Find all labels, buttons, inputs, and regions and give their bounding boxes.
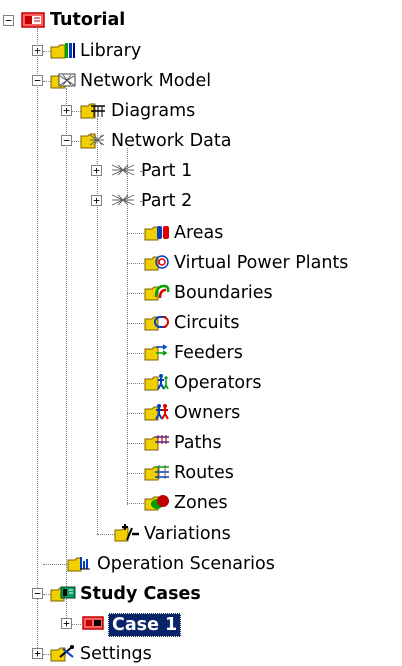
- tree-item-label: Network Data: [111, 131, 232, 151]
- expand-toggle-case-1[interactable]: +: [61, 618, 72, 629]
- diagrams-icon: [80, 103, 105, 119]
- study-cases-icon: [50, 586, 76, 602]
- tree-line: [66, 88, 67, 596]
- settings-icon: [50, 645, 74, 662]
- collapse-toggle-network-data[interactable]: −: [61, 135, 72, 146]
- tree-item-label: Part 1: [141, 161, 193, 181]
- tree-item-label: Feeders: [174, 343, 243, 363]
- zones-icon: [144, 495, 169, 511]
- expand-toggle-part-2[interactable]: +: [91, 195, 102, 206]
- tree-item-label-selected: Case 1: [108, 613, 182, 637]
- tree-item-label: Boundaries: [174, 283, 273, 303]
- tree-item-label: Diagrams: [111, 101, 196, 121]
- tree-line: [127, 293, 144, 294]
- tree-item-label: Circuits: [174, 313, 240, 333]
- grid-icon: [111, 194, 135, 206]
- feeders-icon: [144, 344, 168, 361]
- collapse-toggle-study-cases[interactable]: −: [32, 588, 43, 599]
- project-tree: − + − + − + + − + + Tutorial Library Net…: [0, 0, 402, 666]
- tree-item-label: Routes: [174, 463, 234, 483]
- tree-item-label: Operators: [174, 373, 262, 393]
- operators-icon: [144, 374, 169, 391]
- tree-line: [127, 503, 144, 504]
- variations-icon: [114, 524, 139, 542]
- paths-icon: [144, 435, 169, 451]
- expand-toggle-settings[interactable]: +: [32, 648, 43, 659]
- routes-icon: [144, 465, 169, 481]
- tree-item-label: Settings: [80, 644, 152, 664]
- tree-item-label: Areas: [174, 223, 224, 243]
- tree-line: [97, 534, 115, 535]
- tree-item-label: Part 2: [141, 191, 193, 211]
- collapse-toggle-tutorial[interactable]: −: [3, 15, 14, 26]
- tree-item-label: Owners: [174, 403, 241, 423]
- tree-line: [43, 564, 67, 565]
- network-model-icon: [50, 73, 76, 89]
- tree-item-label: Tutorial: [50, 10, 126, 30]
- tree-item-label: Paths: [174, 433, 222, 453]
- tree-line: [127, 263, 144, 264]
- tree-item-label: Zones: [174, 493, 228, 513]
- boundaries-icon: [144, 284, 170, 301]
- tree-item-label: Network Model: [80, 71, 212, 91]
- tree-item-label: Library: [80, 41, 142, 61]
- tree-line: [127, 353, 144, 354]
- circuits-icon: [144, 316, 169, 331]
- collapse-toggle-network-model[interactable]: −: [32, 75, 43, 86]
- tree-line: [127, 413, 144, 414]
- tree-line: [127, 383, 144, 384]
- tree-line: [127, 323, 144, 324]
- tree-item-label: Variations: [144, 524, 231, 544]
- network-data-icon: [80, 133, 105, 149]
- owners-icon: [144, 404, 169, 421]
- tree-line: [127, 233, 144, 234]
- expand-toggle-library[interactable]: +: [32, 45, 43, 56]
- grid-icon: [111, 164, 135, 176]
- tree-line: [127, 473, 144, 474]
- operation-scenarios-icon: [67, 557, 90, 572]
- expand-toggle-diagrams[interactable]: +: [61, 105, 72, 116]
- tree-item-label: Study Cases: [80, 584, 201, 604]
- tree-item-label: Operation Scenarios: [97, 554, 275, 574]
- expand-toggle-part-1[interactable]: +: [91, 165, 102, 176]
- tree-line: [127, 443, 144, 444]
- tree-item-label: Virtual Power Plants: [174, 253, 349, 273]
- areas-icon: [144, 226, 169, 241]
- study-case-icon: [82, 616, 104, 630]
- virtual-power-plant-icon: [144, 255, 169, 271]
- tree-line: [97, 118, 98, 534]
- project-icon: [21, 12, 45, 28]
- library-icon: [50, 43, 75, 59]
- tree-line: [37, 28, 38, 656]
